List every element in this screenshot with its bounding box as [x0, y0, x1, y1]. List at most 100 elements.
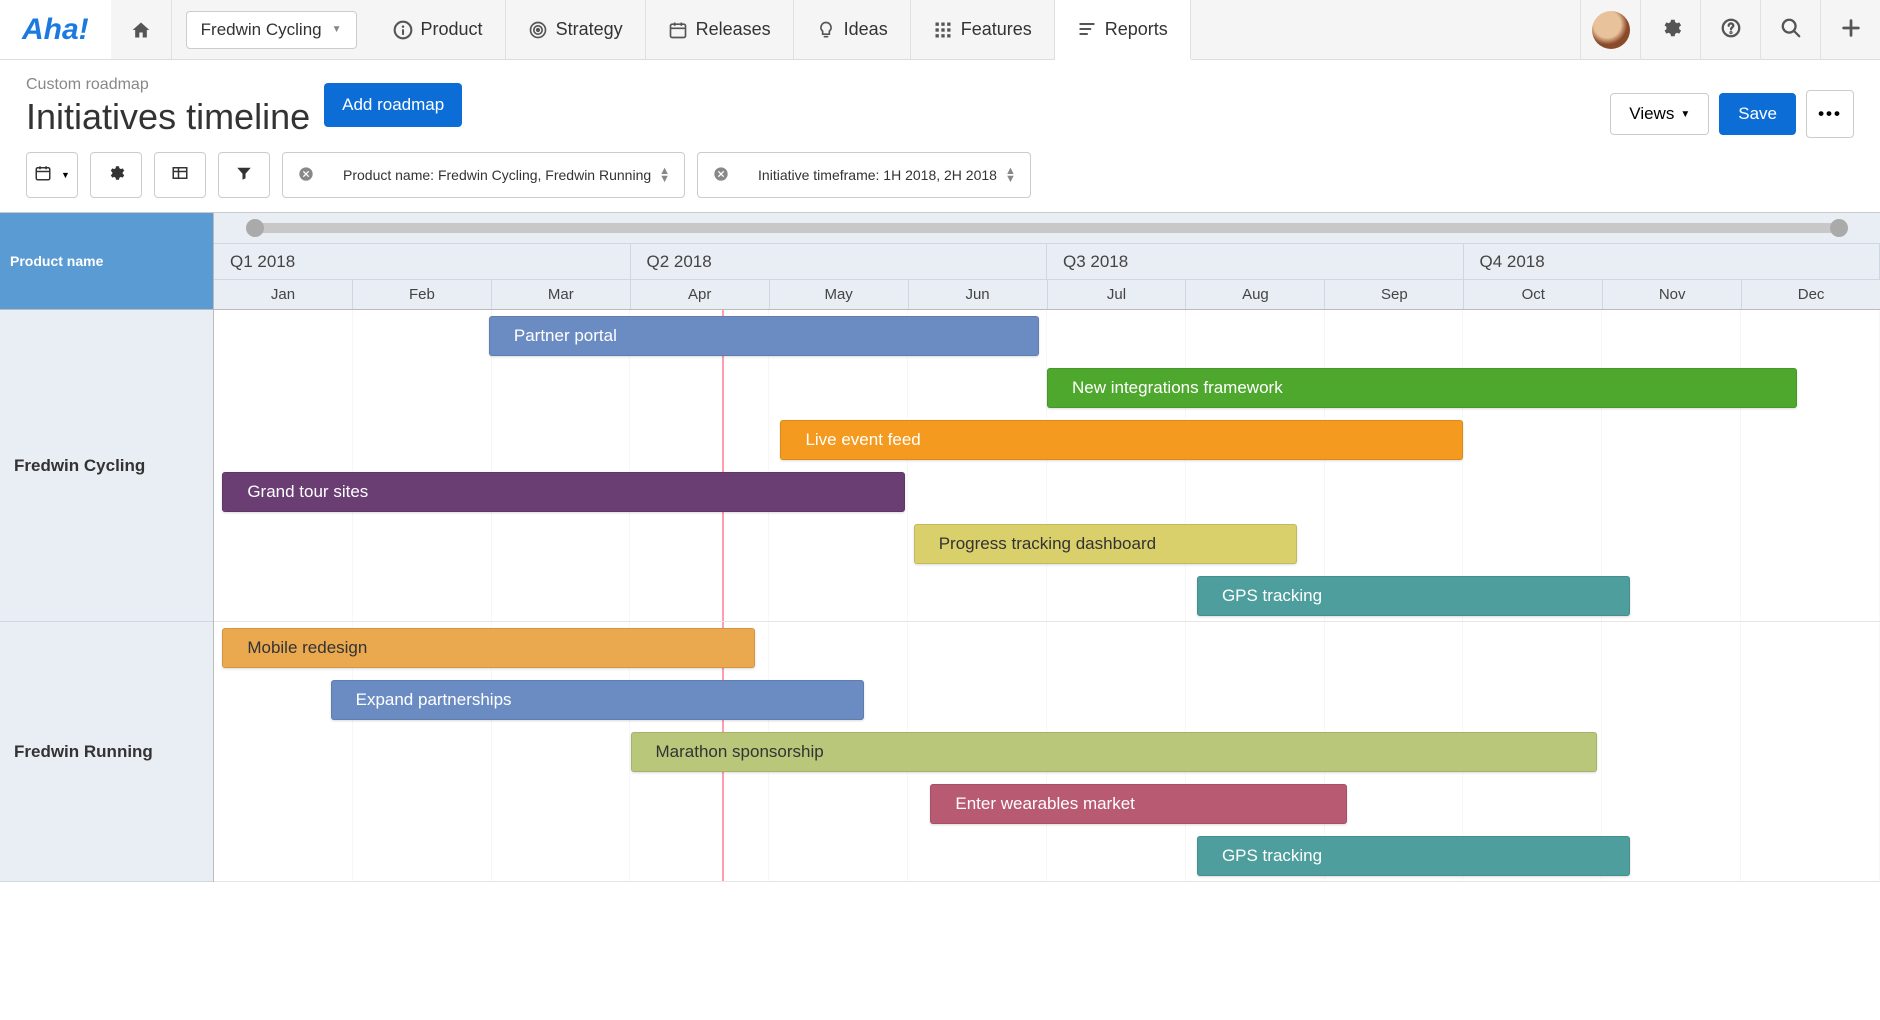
- info-icon: [393, 20, 413, 40]
- sort-icon: ▲▼: [659, 167, 670, 183]
- product-selector-wrap: Fredwin Cycling ▼: [172, 0, 371, 59]
- more-button[interactable]: •••: [1806, 90, 1854, 138]
- initiative-bar[interactable]: Mobile redesign: [222, 628, 755, 668]
- initiative-bar[interactable]: GPS tracking: [1197, 576, 1630, 616]
- settings-button[interactable]: [1640, 0, 1700, 60]
- table-icon: [171, 164, 189, 187]
- today-line: [722, 310, 724, 621]
- nav-strategy[interactable]: Strategy: [506, 0, 646, 59]
- nav-features[interactable]: Features: [911, 0, 1055, 59]
- timeline: Product name Q1 2018Q2 2018Q3 2018Q4 201…: [0, 212, 1880, 882]
- month-header: Jan: [214, 280, 353, 309]
- date-picker-button[interactable]: ▼: [26, 152, 78, 198]
- user-avatar[interactable]: [1580, 0, 1640, 60]
- grid-icon: [933, 20, 953, 40]
- month-header: Jun: [909, 280, 1048, 309]
- nav-right: [1580, 0, 1880, 59]
- caret-down-icon: ▼: [332, 24, 342, 35]
- nav-label: Product: [421, 19, 483, 40]
- quarter-header: Q2 2018: [631, 244, 1048, 279]
- gear-icon: [107, 164, 125, 187]
- calendar-icon: [34, 164, 52, 187]
- filter-icon: [235, 164, 253, 187]
- home-icon: [131, 20, 151, 40]
- nav-label: Strategy: [556, 19, 623, 40]
- help-button[interactable]: [1700, 0, 1760, 60]
- product-row-label: Fredwin Cycling: [0, 310, 213, 622]
- quarter-header: Q1 2018: [214, 244, 631, 279]
- month-header: Nov: [1603, 280, 1742, 309]
- toolbar: ▼ Product name: Fredwin Cycling, Fredwin…: [0, 138, 1880, 212]
- timeline-header: Product name Q1 2018Q2 2018Q3 2018Q4 201…: [0, 213, 1880, 310]
- filter-button[interactable]: [218, 152, 270, 198]
- nav-releases[interactable]: Releases: [646, 0, 794, 59]
- initiative-bar[interactable]: New integrations framework: [1047, 368, 1797, 408]
- save-button[interactable]: Save: [1719, 93, 1796, 135]
- bulb-icon: [816, 20, 836, 40]
- report-icon: [1077, 19, 1097, 39]
- initiative-bar[interactable]: Marathon sponsorship: [631, 732, 1597, 772]
- corner-label: Product name: [10, 213, 103, 309]
- timeline-corner: Product name: [0, 213, 214, 309]
- add-button[interactable]: [1820, 0, 1880, 60]
- initiative-bar[interactable]: Partner portal: [489, 316, 1039, 356]
- filter-timeframe[interactable]: Initiative timeframe: 1H 2018, 2H 2018 ▲…: [697, 152, 1031, 198]
- initiative-bar[interactable]: GPS tracking: [1197, 836, 1630, 876]
- quarter-header: Q4 2018: [1464, 244, 1880, 279]
- logo[interactable]: Aha!: [0, 0, 111, 59]
- page-header: Custom roadmap Initiatives timeline Add …: [0, 60, 1880, 138]
- views-label: Views: [1629, 104, 1674, 124]
- layout-button[interactable]: [154, 152, 206, 198]
- initiative-bar[interactable]: Progress tracking dashboard: [914, 524, 1297, 564]
- top-nav: Aha! Fredwin Cycling ▼ Product Strategy Re…: [0, 0, 1880, 60]
- month-header: Feb: [353, 280, 492, 309]
- gear-icon: [1660, 17, 1682, 42]
- nav-ideas[interactable]: Ideas: [794, 0, 911, 59]
- add-roadmap-button[interactable]: Add roadmap: [324, 83, 462, 127]
- filter-timeframe-label: Initiative timeframe: 1H 2018, 2H 2018: [758, 167, 997, 183]
- caret-down-icon: ▼: [61, 170, 70, 180]
- slider-handle-end[interactable]: [1830, 219, 1848, 237]
- views-button[interactable]: Views ▼: [1610, 93, 1709, 135]
- sort-icon: ▲▼: [1005, 167, 1016, 183]
- initiative-bar[interactable]: Live event feed: [780, 420, 1463, 460]
- product-row-label: Fredwin Running: [0, 622, 213, 882]
- calendar-icon: [668, 20, 688, 40]
- caret-down-icon: ▼: [1680, 109, 1690, 120]
- product-selector[interactable]: Fredwin Cycling ▼: [186, 11, 357, 49]
- nav-reports[interactable]: Reports: [1055, 0, 1191, 60]
- home-button[interactable]: [111, 0, 172, 59]
- month-header: Dec: [1742, 280, 1880, 309]
- search-icon: [1780, 17, 1802, 42]
- month-header: Sep: [1325, 280, 1464, 309]
- close-icon: [298, 166, 314, 185]
- initiative-bar[interactable]: Expand partnerships: [331, 680, 864, 720]
- initiative-bar[interactable]: Enter wearables market: [930, 784, 1347, 824]
- month-header: Mar: [492, 280, 631, 309]
- nav-label: Releases: [696, 19, 771, 40]
- remove-filter-button[interactable]: [698, 166, 744, 185]
- filter-product[interactable]: Product name: Fredwin Cycling, Fredwin R…: [282, 152, 685, 198]
- plus-icon: [1840, 17, 1862, 42]
- product-selector-label: Fredwin Cycling: [201, 20, 322, 40]
- month-header: Jul: [1048, 280, 1187, 309]
- month-header: Oct: [1464, 280, 1603, 309]
- config-button[interactable]: [90, 152, 142, 198]
- search-button[interactable]: [1760, 0, 1820, 60]
- gantt-row: Mobile redesign Expand partnerships Marath…: [214, 622, 1880, 882]
- quarter-header: Q3 2018: [1047, 244, 1464, 279]
- zoom-slider[interactable]: [214, 213, 1880, 243]
- nav-product[interactable]: Product: [371, 0, 506, 59]
- gantt-row: Partner portalNew integrations framework…: [214, 310, 1880, 622]
- month-header: Apr: [631, 280, 770, 309]
- slider-handle-start[interactable]: [246, 219, 264, 237]
- nav-label: Ideas: [844, 19, 888, 40]
- month-header: May: [770, 280, 909, 309]
- more-icon: •••: [1818, 104, 1842, 124]
- target-icon: [528, 20, 548, 40]
- nav-label: Reports: [1105, 19, 1168, 40]
- month-header: Aug: [1186, 280, 1325, 309]
- page-title: Initiatives timeline: [26, 96, 310, 138]
- remove-filter-button[interactable]: [283, 166, 329, 185]
- initiative-bar[interactable]: Grand tour sites: [222, 472, 905, 512]
